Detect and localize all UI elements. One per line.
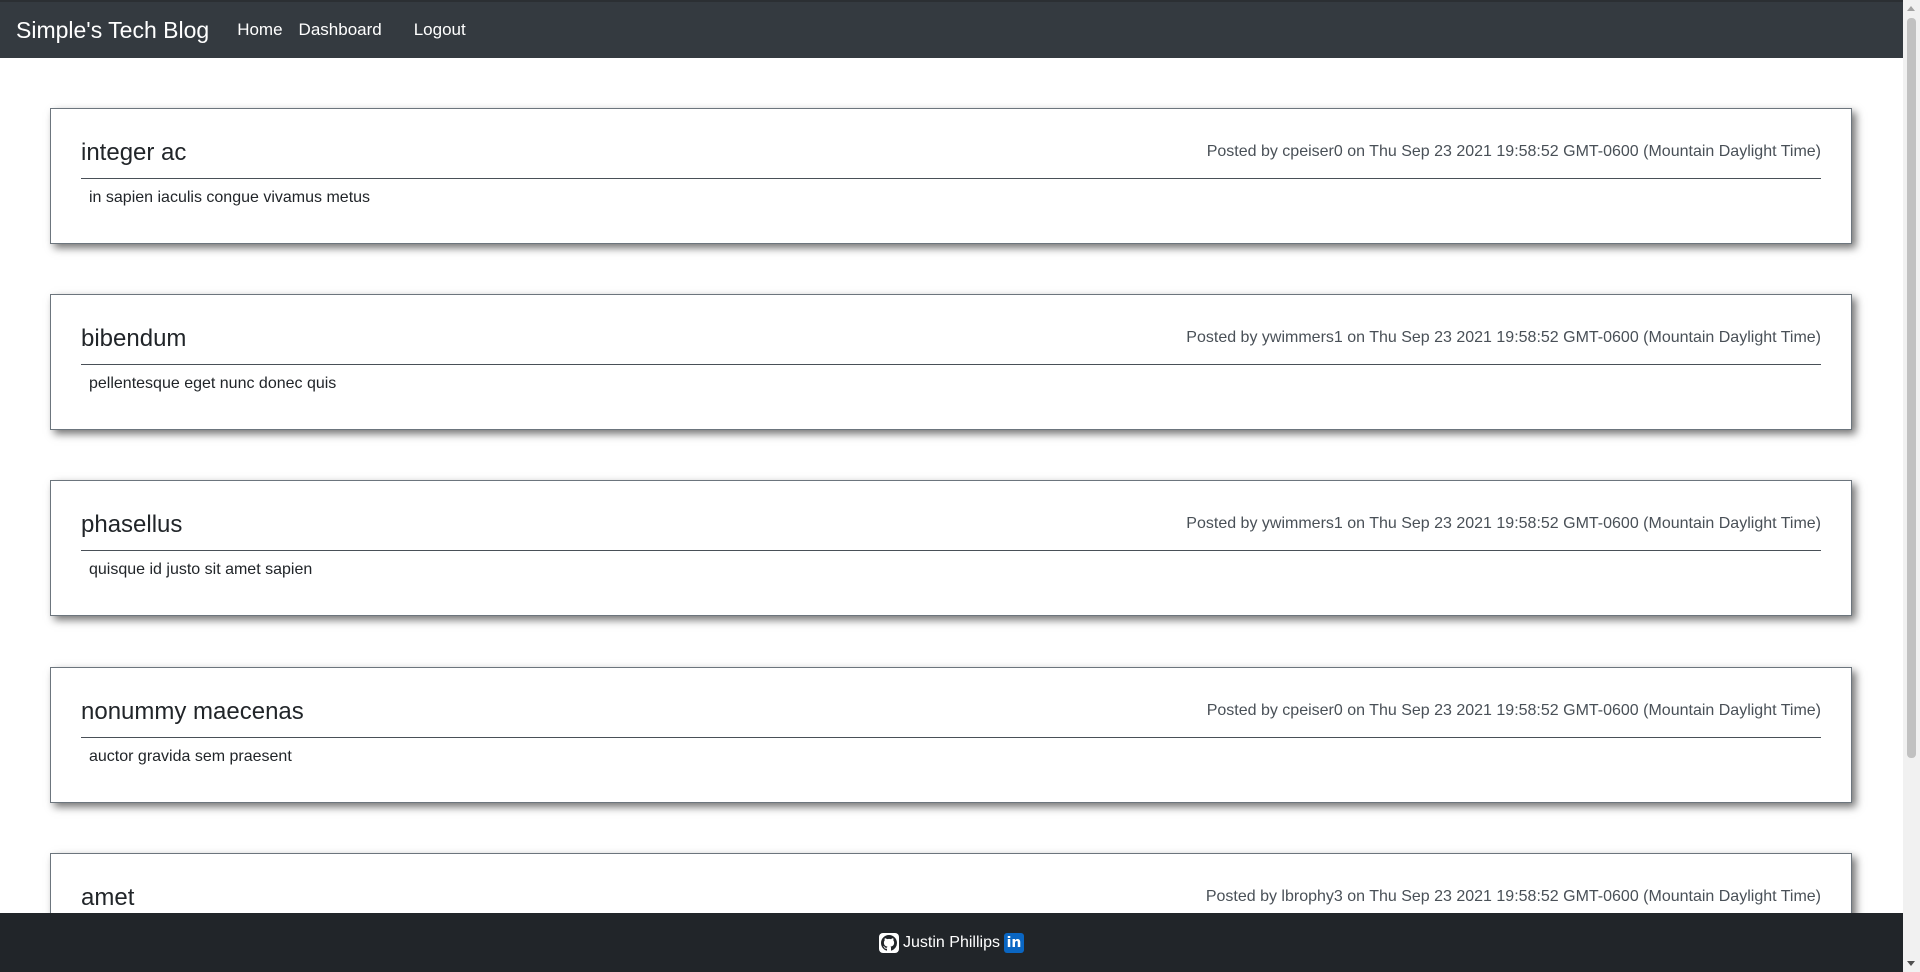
github-icon[interactable]	[879, 932, 900, 953]
post-meta: Posted by ywimmers1 on Thu Sep 23 2021 1…	[1186, 329, 1821, 346]
post-meta: Posted by cpeiser0 on Thu Sep 23 2021 19…	[1206, 702, 1821, 719]
scroll-down-arrow-icon[interactable]	[1907, 961, 1915, 966]
post-card[interactable]: amet Posted by lbrophy3 on Thu Sep 23 20…	[50, 853, 1852, 913]
post-card[interactable]: bibendum Posted by ywimmers1 on Thu Sep …	[50, 294, 1852, 430]
post-header: integer ac Posted by cpeiser0 on Thu Sep…	[81, 137, 1821, 179]
post-card[interactable]: nonummy maecenas Posted by cpeiser0 on T…	[50, 667, 1852, 803]
post-card[interactable]: integer ac Posted by cpeiser0 on Thu Sep…	[50, 108, 1852, 244]
post-meta: Posted by ywimmers1 on Thu Sep 23 2021 1…	[1186, 515, 1821, 532]
post-body: pellentesque eget nunc donec quis	[89, 375, 337, 392]
nav-dashboard-link[interactable]: Dashboard	[295, 16, 386, 44]
top-navbar: Simple's Tech Blog Home Dashboard Logout	[0, 0, 1903, 58]
footer-credits: Justin Phillips in	[879, 932, 1024, 953]
post-header: bibendum Posted by ywimmers1 on Thu Sep …	[81, 323, 1821, 365]
scrollbar-thumb[interactable]	[1907, 18, 1916, 758]
post-header: phasellus Posted by ywimmers1 on Thu Sep…	[81, 509, 1821, 551]
post-title[interactable]: phasellus	[81, 511, 182, 540]
post-title[interactable]: nonummy maecenas	[81, 698, 304, 727]
nav-home-link[interactable]: Home	[233, 16, 286, 44]
post-body: in sapien iaculis congue vivamus metus	[89, 189, 371, 206]
post-list: integer ac Posted by cpeiser0 on Thu Sep…	[0, 58, 1903, 913]
post-title[interactable]: amet	[81, 884, 134, 913]
footer-author-name: Justin Phillips	[903, 933, 1000, 951]
post-meta: Posted by lbrophy3 on Thu Sep 23 2021 19…	[1205, 888, 1821, 905]
site-footer: Justin Phillips in	[0, 913, 1903, 972]
post-title[interactable]: bibendum	[81, 325, 186, 354]
post-header: nonummy maecenas Posted by cpeiser0 on T…	[81, 696, 1821, 738]
nav-logout-link[interactable]: Logout	[410, 16, 470, 44]
page-scrollbar[interactable]	[1903, 0, 1920, 972]
scroll-up-arrow-icon[interactable]	[1907, 6, 1915, 11]
post-body: auctor gravida sem praesent	[89, 748, 292, 765]
post-header: amet Posted by lbrophy3 on Thu Sep 23 20…	[81, 882, 1821, 913]
github-icon-glyph	[881, 934, 898, 951]
post-body: quisque id justo sit amet sapien	[89, 561, 313, 578]
post-card[interactable]: phasellus Posted by ywimmers1 on Thu Sep…	[50, 480, 1852, 616]
site-brand[interactable]: Simple's Tech Blog	[16, 17, 209, 44]
linkedin-icon[interactable]: in	[1003, 932, 1024, 953]
post-title[interactable]: integer ac	[81, 139, 186, 168]
post-meta: Posted by cpeiser0 on Thu Sep 23 2021 19…	[1206, 143, 1821, 160]
